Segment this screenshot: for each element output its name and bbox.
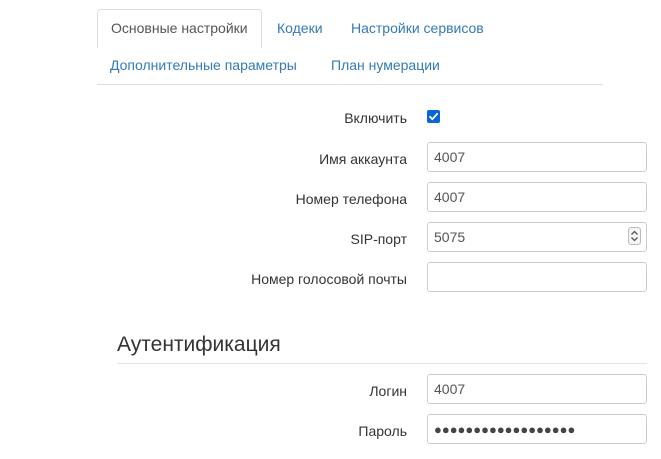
sip-port-field <box>427 222 647 252</box>
password-row: Пароль ●●●●●●●●●●●●●●●●●● <box>97 414 657 448</box>
password-input[interactable]: ●●●●●●●●●●●●●●●●●● <box>427 414 647 444</box>
phone-number-label: Номер телефона <box>295 191 407 207</box>
tab-advanced-parameters[interactable]: Дополнительные параметры <box>97 46 310 84</box>
voicemail-input[interactable] <box>427 262 647 292</box>
sip-port-label: SIP-порт <box>350 231 408 247</box>
voicemail-label: Номер голосовой почты <box>251 271 407 287</box>
phone-number-input[interactable] <box>427 182 647 212</box>
stepper-arrows-icon <box>631 230 638 242</box>
authentication-heading: Аутентификация <box>117 331 647 364</box>
tab-basic-settings[interactable]: Основные настройки <box>97 9 262 48</box>
password-label: Пароль <box>358 423 407 439</box>
port-stepper[interactable] <box>628 227 641 245</box>
tab-dial-plan[interactable]: План нумерации <box>318 46 453 84</box>
enable-row: Включить <box>97 101 657 135</box>
sip-port-row: SIP-порт <box>97 222 657 256</box>
tab-service-settings[interactable]: Настройки сервисов <box>338 9 497 47</box>
sip-port-input[interactable] <box>427 222 647 252</box>
enable-label: Включить <box>344 110 407 126</box>
tab-codecs[interactable]: Кодеки <box>264 9 336 47</box>
account-name-label: Имя аккаунта <box>319 151 407 167</box>
checkmark-icon <box>429 112 439 121</box>
login-row: Логин <box>97 374 657 408</box>
voicemail-row: Номер голосовой почты <box>97 262 657 296</box>
enable-checkbox[interactable] <box>427 110 440 123</box>
password-mask: ●●●●●●●●●●●●●●●●●● <box>434 422 576 437</box>
account-name-input[interactable] <box>427 142 647 172</box>
login-label: Логин <box>369 383 407 399</box>
phone-number-row: Номер телефона <box>97 182 657 216</box>
account-name-row: Имя аккаунта <box>97 142 657 176</box>
settings-tabs: Основные настройки Кодеки Настройки серв… <box>97 9 603 85</box>
login-input[interactable] <box>427 374 647 404</box>
